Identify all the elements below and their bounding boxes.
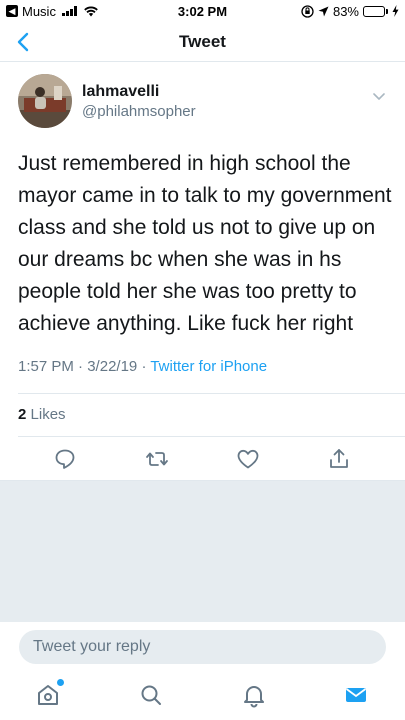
- tab-bar: [0, 670, 405, 720]
- reply-icon[interactable]: [53, 447, 77, 471]
- reply-bar: [0, 622, 405, 670]
- page-title: Tweet: [179, 31, 226, 51]
- replies-area: [0, 480, 405, 622]
- tweet-text: Just remembered in high school the mayor…: [18, 152, 392, 335]
- battery-percent: 83%: [332, 3, 359, 19]
- display-name[interactable]: lahmavelli: [82, 82, 196, 102]
- share-icon[interactable]: [327, 447, 351, 471]
- divider: [18, 393, 405, 394]
- tab-search[interactable]: [138, 682, 164, 708]
- retweet-icon[interactable]: [145, 447, 169, 471]
- tweet-actions: [0, 437, 405, 481]
- like-icon[interactable]: [236, 447, 260, 471]
- tab-messages[interactable]: [343, 682, 369, 708]
- messages-icon: [345, 688, 367, 702]
- back-to-app-icon[interactable]: ◀: [6, 5, 18, 17]
- home-new-dot: [57, 679, 64, 686]
- charging-bolt-icon: [392, 5, 399, 17]
- search-icon: [141, 685, 161, 705]
- meta-separator: ·: [78, 358, 84, 375]
- wifi-icon: [84, 5, 98, 16]
- tweet-time: 1:57 PM: [18, 358, 74, 375]
- nav-header: Tweet: [0, 22, 405, 62]
- rotation-lock-icon: [301, 4, 314, 18]
- likes-number: 2: [18, 406, 27, 423]
- meta-separator: ·: [141, 358, 147, 375]
- tab-home[interactable]: [35, 679, 64, 708]
- tweet-source-link[interactable]: Twitter for iPhone: [150, 358, 267, 375]
- notifications-icon: [244, 686, 264, 708]
- user-handle[interactable]: @philahmsopher: [82, 102, 196, 122]
- tweet-meta: 1:57 PM · 3/22/19 · Twitter for iPhone: [18, 356, 267, 378]
- home-icon: [38, 685, 58, 705]
- battery-icon: [363, 5, 388, 17]
- location-icon: [318, 6, 329, 16]
- tweet-author: lahmavelli @philahmsopher: [18, 72, 387, 132]
- tab-notifications[interactable]: [241, 682, 267, 708]
- tweet-date: 3/22/19: [87, 358, 138, 375]
- back-arrow-icon[interactable]: [12, 30, 36, 54]
- reply-input[interactable]: [19, 630, 386, 664]
- chevron-down-icon[interactable]: [371, 88, 387, 104]
- status-bar: ◀ Music 3:02 PM 83%: [0, 0, 405, 22]
- back-app-label[interactable]: Music: [22, 4, 56, 19]
- avatar[interactable]: [18, 74, 72, 128]
- likes-count-link[interactable]: 2 Likes: [18, 404, 66, 426]
- likes-label: Likes: [30, 406, 66, 423]
- cellular-signal-icon: [61, 6, 77, 16]
